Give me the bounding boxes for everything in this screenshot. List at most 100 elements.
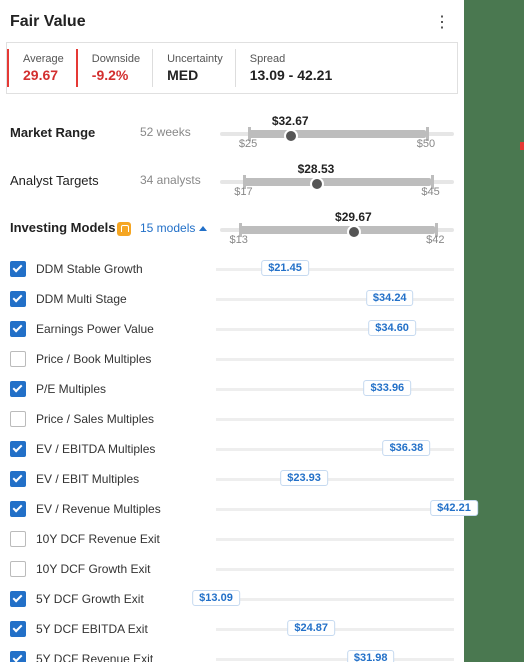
model-bar: $13.09 — [216, 584, 454, 614]
model-checkbox[interactable] — [10, 291, 26, 307]
model-bar — [216, 554, 454, 584]
model-row: Price / Sales Multiples — [10, 404, 454, 434]
model-row: DDM Stable Growth $21.45 — [10, 254, 454, 284]
models-list: DDM Stable Growth $21.45 DDM Multi Stage $3… — [2, 254, 462, 662]
slider-high: $45 — [421, 186, 439, 198]
slider-value: $29.67 — [335, 210, 372, 224]
section-sub: 34 analysts — [140, 173, 220, 187]
summary-spread: Spread 13.09 - 42.21 — [235, 49, 345, 87]
model-bar — [216, 404, 454, 434]
model-value-tag[interactable]: $36.38 — [383, 440, 431, 456]
model-name: EV / EBIT Multiples — [36, 472, 216, 486]
chevron-up-icon — [199, 226, 207, 231]
summary-average: Average 29.67 — [7, 49, 76, 87]
model-name: Price / Book Multiples — [36, 352, 216, 366]
model-name: DDM Multi Stage — [36, 292, 216, 306]
summary-value: 13.09 - 42.21 — [250, 67, 333, 83]
model-checkbox[interactable] — [10, 441, 26, 457]
model-name: DDM Stable Growth — [36, 262, 216, 276]
side-panel — [464, 0, 524, 662]
model-value-tag[interactable]: $21.45 — [261, 260, 309, 276]
model-row: Price / Book Multiples — [10, 344, 454, 374]
section-name: Analyst Targets — [10, 173, 140, 188]
model-bar: $24.87 — [216, 614, 454, 644]
section-name: Investing Models — [10, 220, 140, 236]
model-value-tag[interactable]: $31.98 — [347, 650, 395, 662]
model-row: EV / Revenue Multiples$42.21 — [10, 494, 454, 524]
model-bar: $23.93 — [216, 464, 454, 494]
model-value-tag[interactable]: $42.21 — [430, 500, 478, 516]
models-toggle-link[interactable]: 15 models — [140, 221, 195, 235]
slider-handle[interactable] — [284, 129, 298, 143]
model-row: EV / EBITDA Multiples$36.38 — [10, 434, 454, 464]
model-checkbox[interactable] — [10, 531, 26, 547]
model-bar: $34.24 — [216, 284, 454, 314]
model-name: 5Y DCF Revenue Exit — [36, 652, 216, 662]
model-bar: $21.45 — [216, 254, 454, 284]
summary-label: Average — [23, 53, 64, 65]
model-row: DDM Multi Stage $34.24 — [10, 284, 454, 314]
model-checkbox[interactable] — [10, 321, 26, 337]
model-name: 10Y DCF Revenue Exit — [36, 532, 216, 546]
model-row: 5Y DCF Revenue Exit $31.98 — [10, 644, 454, 662]
section-market-range: Market Range52 weeks$32.67$25$50 — [2, 110, 462, 158]
summary-value: MED — [167, 67, 223, 83]
model-bar: $33.96 — [216, 374, 454, 404]
range-slider[interactable]: $28.53$17$45 — [220, 164, 454, 196]
summary-label: Spread — [250, 53, 333, 65]
model-value-tag[interactable]: $33.96 — [364, 380, 412, 396]
pro-badge-icon — [117, 222, 131, 236]
model-name: 5Y DCF Growth Exit — [36, 592, 216, 606]
model-name: EV / Revenue Multiples — [36, 502, 216, 516]
section-name: Market Range — [10, 125, 140, 140]
model-bar: $42.21 — [216, 494, 454, 524]
model-bar: $34.60 — [216, 314, 454, 344]
model-value-tag[interactable]: $13.09 — [192, 590, 240, 606]
section-sub[interactable]: 15 models — [140, 221, 220, 235]
slider-handle[interactable] — [310, 177, 324, 191]
model-bar — [216, 344, 454, 374]
summary-uncertainty: Uncertainty MED — [152, 49, 235, 87]
summary-stats: Average 29.67 Downside -9.2% Uncertainty… — [6, 42, 458, 94]
model-name: 5Y DCF EBITDA Exit — [36, 622, 216, 636]
model-checkbox[interactable] — [10, 621, 26, 637]
model-row: 10Y DCF Revenue Exit — [10, 524, 454, 554]
model-checkbox[interactable] — [10, 591, 26, 607]
model-checkbox[interactable] — [10, 411, 26, 427]
range-slider[interactable]: $29.67 $13 $42 — [220, 212, 454, 244]
model-value-tag[interactable]: $23.93 — [280, 470, 328, 486]
range-slider[interactable]: $32.67$25$50 — [220, 116, 454, 148]
model-checkbox[interactable] — [10, 561, 26, 577]
slider-high: $50 — [417, 138, 435, 150]
model-checkbox[interactable] — [10, 351, 26, 367]
model-value-tag[interactable]: $34.60 — [368, 320, 416, 336]
model-name: Earnings Power Value — [36, 322, 216, 336]
model-row: P/E Multiples $33.96 — [10, 374, 454, 404]
model-bar — [216, 524, 454, 554]
summary-value: 29.67 — [23, 67, 64, 83]
more-menu-icon[interactable]: ⋮ — [430, 8, 454, 36]
side-indicator — [520, 142, 524, 150]
model-bar: $36.38 — [216, 434, 454, 464]
fair-value-card: Fair Value ⋮ Average 29.67 Downside -9.2… — [2, 0, 462, 662]
slider-low: $13 — [230, 234, 248, 246]
model-row: 10Y DCF Growth Exit — [10, 554, 454, 584]
model-checkbox[interactable] — [10, 501, 26, 517]
model-value-tag[interactable]: $34.24 — [366, 290, 414, 306]
model-checkbox[interactable] — [10, 651, 26, 662]
model-name: P/E Multiples — [36, 382, 216, 396]
model-value-tag[interactable]: $24.87 — [287, 620, 335, 636]
summary-label: Uncertainty — [167, 53, 223, 65]
section-sub: 52 weeks — [140, 125, 220, 139]
section-investing-models: Investing Models15 models $29.67 $13 $42 — [2, 206, 462, 254]
slider-value: $32.67 — [272, 114, 309, 128]
model-row: 5Y DCF EBITDA Exit $24.87 — [10, 614, 454, 644]
model-checkbox[interactable] — [10, 381, 26, 397]
slider-high: $42 — [426, 234, 444, 246]
model-name: Price / Sales Multiples — [36, 412, 216, 426]
model-row: EV / EBIT Multiples $23.93 — [10, 464, 454, 494]
model-checkbox[interactable] — [10, 261, 26, 277]
slider-handle[interactable] — [347, 225, 361, 239]
model-checkbox[interactable] — [10, 471, 26, 487]
card-title: Fair Value — [10, 13, 86, 31]
